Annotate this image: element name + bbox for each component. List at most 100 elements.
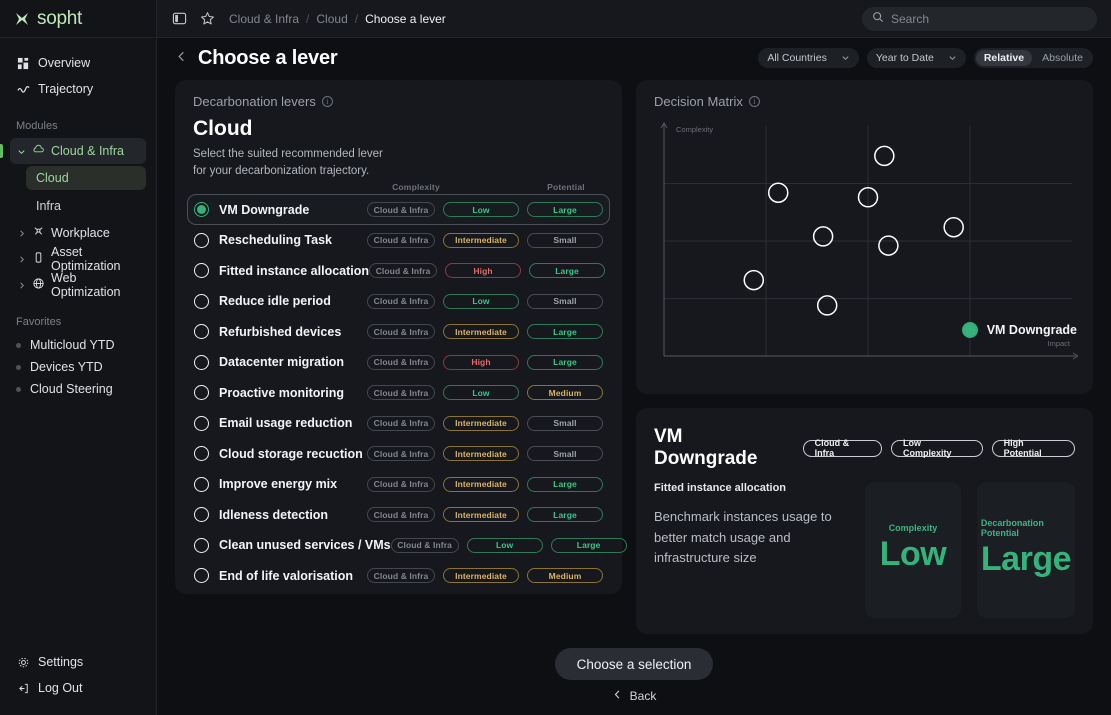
content-area: Decarbonation levers i Cloud Select the … bbox=[157, 78, 1111, 634]
sidebar-item-settings[interactable]: Settings bbox=[10, 649, 146, 675]
sidebar-favorite-multicloud-ytd[interactable]: Multicloud YTD bbox=[10, 334, 146, 356]
lever-radio[interactable] bbox=[194, 385, 209, 401]
country-filter-select[interactable]: All Countries bbox=[758, 48, 859, 68]
lever-detail-description: Benchmark instances usage to better matc… bbox=[654, 509, 832, 566]
lever-category-badge: Cloud & Infra bbox=[367, 202, 435, 218]
lever-list: VM Downgrade Cloud & Infra Low Large Resched… bbox=[175, 194, 627, 591]
column-header-complexity: Complexity bbox=[392, 182, 440, 193]
lever-row[interactable]: VM Downgrade Cloud & Infra Low Large bbox=[187, 194, 610, 225]
lever-complexity-badge: Intermediate bbox=[443, 476, 519, 492]
sidebar-section-favorites: Favorites bbox=[16, 316, 62, 328]
sidebar-item-workplace[interactable]: Workplace bbox=[10, 220, 146, 246]
lever-row[interactable]: Refurbished devices Cloud & Infra Intermed… bbox=[187, 316, 610, 347]
lever-row[interactable]: Cloud storage recuction Cloud & Infra Inte… bbox=[187, 438, 610, 469]
choose-selection-button[interactable]: Choose a selection bbox=[554, 648, 714, 680]
lever-radio[interactable] bbox=[194, 537, 209, 553]
sidebar-item-asset-optimization[interactable]: Asset Optimization bbox=[10, 245, 146, 273]
brand-logo[interactable]: sopht bbox=[0, 0, 156, 38]
lever-radio[interactable] bbox=[194, 263, 209, 279]
lever-category-badge: Cloud & Infra bbox=[367, 507, 435, 523]
lever-radio[interactable] bbox=[194, 476, 209, 492]
lever-row[interactable]: End of life valorisation Cloud & Infra Int… bbox=[187, 560, 610, 591]
matrix-legend: VM Downgrade bbox=[961, 322, 1077, 338]
lever-row[interactable]: Idleness detection Cloud & Infra Intermedi… bbox=[187, 499, 610, 530]
chevron-right-icon[interactable] bbox=[16, 281, 26, 290]
sidebar-item-web-optimization[interactable]: Web Optimization bbox=[10, 271, 146, 299]
lever-radio[interactable] bbox=[194, 324, 209, 340]
lever-radio[interactable] bbox=[194, 507, 209, 523]
chevron-right-icon[interactable] bbox=[16, 255, 26, 264]
lever-radio[interactable] bbox=[194, 293, 209, 309]
lever-potential-badge: Small bbox=[527, 293, 603, 309]
sidebar-item-label: Cloud & Infra bbox=[51, 144, 124, 158]
sidebar-subitem-cloud[interactable]: Cloud bbox=[26, 166, 146, 190]
lever-row[interactable]: Proactive monitoring Cloud & Infra Low Medi… bbox=[187, 377, 610, 408]
svg-text:Impact: Impact bbox=[1047, 339, 1070, 348]
sidebar-item-label: Workplace bbox=[51, 226, 110, 240]
lever-potential-badge: Large bbox=[527, 507, 603, 523]
lever-row[interactable]: Clean unused services / VMs Cloud & Infra… bbox=[187, 530, 627, 561]
period-filter-select[interactable]: Year to Date bbox=[866, 48, 966, 68]
info-icon[interactable]: i bbox=[321, 96, 333, 107]
lever-radio[interactable] bbox=[194, 354, 209, 370]
breadcrumb-item[interactable]: Cloud bbox=[316, 12, 347, 26]
scatter-point bbox=[943, 216, 964, 238]
lever-row[interactable]: Improve energy mix Cloud & Infra Intermedi… bbox=[187, 469, 610, 500]
mode-toggle-absolute[interactable]: Absolute bbox=[1034, 50, 1091, 66]
lever-potential-badge: Large bbox=[527, 202, 603, 218]
panel-toggle-icon[interactable] bbox=[171, 11, 187, 27]
lever-radio[interactable] bbox=[194, 232, 209, 248]
breadcrumb-item[interactable]: Cloud & Infra bbox=[229, 12, 299, 26]
lever-radio[interactable] bbox=[194, 415, 209, 431]
lever-potential-badge: Small bbox=[527, 415, 603, 431]
lever-badges: Cloud & Infra Intermediate Large bbox=[367, 324, 603, 340]
mode-toggle: Relative Absolute bbox=[973, 48, 1093, 68]
lever-radio[interactable] bbox=[194, 202, 209, 218]
chevron-down-icon bbox=[948, 53, 957, 64]
search-input[interactable] bbox=[891, 11, 1087, 26]
lever-row[interactable]: Rescheduling Task Cloud & Infra Intermedia… bbox=[187, 225, 610, 256]
sidebar-favorite-devices-ytd[interactable]: Devices YTD bbox=[10, 356, 146, 378]
lever-row[interactable]: Datacenter migration Cloud & Infra High Lar… bbox=[187, 347, 610, 378]
sidebar-item-overview[interactable]: Overview bbox=[10, 50, 146, 76]
sidebar-item-label: Settings bbox=[38, 655, 84, 669]
chevron-left-icon[interactable] bbox=[175, 50, 188, 66]
star-icon[interactable] bbox=[199, 11, 215, 27]
favorite-label: Devices YTD bbox=[30, 360, 103, 374]
sidebar-item-trajectory[interactable]: Trajectory bbox=[10, 76, 146, 102]
lever-potential-badge: Large bbox=[529, 263, 606, 279]
lever-row[interactable]: Email usage reduction Cloud & Infra Interm… bbox=[187, 408, 610, 439]
lever-badges: Cloud & Infra Intermediate Large bbox=[367, 507, 603, 523]
lever-row[interactable]: Reduce idle period Cloud & Infra Low Small bbox=[187, 286, 610, 317]
sidebar-favorite-cloud-steering[interactable]: Cloud Steering bbox=[10, 378, 146, 400]
mode-toggle-relative[interactable]: Relative bbox=[975, 50, 1033, 66]
lever-badges: Cloud & Infra Intermediate Large bbox=[367, 476, 603, 492]
chevron-left-icon bbox=[612, 689, 623, 703]
lever-category-badge: Cloud & Infra bbox=[367, 232, 435, 248]
lever-radio[interactable] bbox=[194, 446, 209, 462]
lever-radio[interactable] bbox=[194, 568, 209, 584]
sidebar-item-logout[interactable]: Log Out bbox=[10, 675, 146, 701]
sidebar-subitem-infra[interactable]: Infra bbox=[26, 194, 146, 218]
info-icon[interactable]: i bbox=[748, 96, 760, 107]
lever-row[interactable]: Fitted instance allocation Cloud & Infra H… bbox=[187, 255, 610, 286]
matrix-card-title: Decision Matrix bbox=[654, 94, 743, 109]
active-indicator bbox=[0, 144, 3, 158]
lever-name: Datacenter migration bbox=[219, 355, 345, 370]
logout-icon bbox=[16, 681, 30, 695]
lever-complexity-badge: Intermediate bbox=[443, 324, 519, 340]
lever-name: Proactive monitoring bbox=[219, 385, 345, 400]
chevron-down-icon[interactable] bbox=[16, 147, 26, 156]
bullet-icon bbox=[16, 364, 21, 370]
lever-complexity-badge: High bbox=[443, 354, 519, 370]
lever-potential-badge: Medium bbox=[527, 385, 603, 401]
search-box[interactable] bbox=[862, 6, 1097, 31]
sidebar-item-cloud-infra[interactable]: Cloud & Infra bbox=[0, 138, 146, 164]
detail-badge-complexity: Low Complexity bbox=[890, 438, 983, 458]
chevron-right-icon[interactable] bbox=[16, 229, 26, 238]
levers-card-header: Decarbonation levers i bbox=[175, 80, 622, 109]
detail-badge-category: Cloud & Infra bbox=[802, 438, 882, 458]
scatter-point bbox=[874, 145, 895, 167]
back-link[interactable]: Back bbox=[612, 689, 656, 703]
detail-badge-potential: High Potential bbox=[991, 438, 1075, 458]
